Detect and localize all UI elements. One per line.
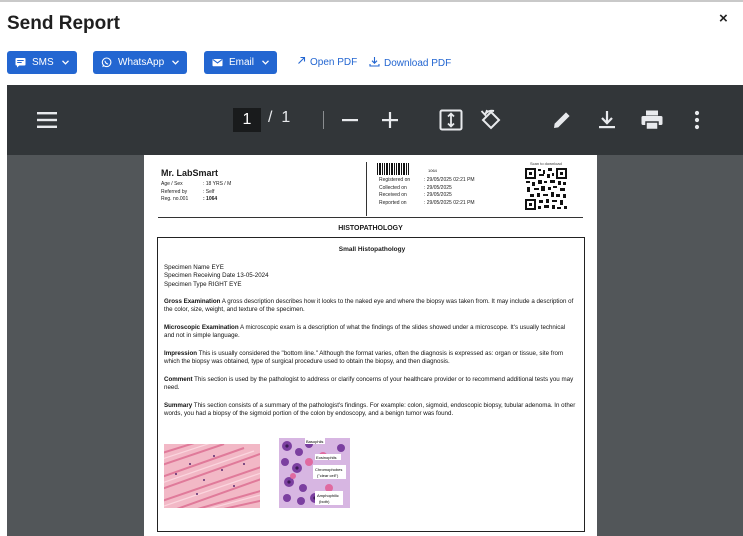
toolbar-divider <box>323 111 324 129</box>
total-pages: 1 <box>281 109 291 126</box>
open-pdf-label: Open PDF <box>310 56 358 68</box>
whatsapp-button[interactable]: WhatsApp <box>93 51 188 74</box>
department-title: HISTOPATHOLOGY <box>338 225 403 232</box>
menu-icon[interactable] <box>35 109 59 131</box>
test-title: Small Histopathology <box>338 246 406 253</box>
age-sex-value: : 18 YRS / M <box>203 181 232 187</box>
collected-value: : 29/05/2025 <box>424 184 452 191</box>
rotate-icon[interactable] <box>479 108 503 132</box>
gross-heading: Gross Examination <box>164 298 221 305</box>
reported-value: : 29/05/2025 02:21 PM <box>424 199 475 206</box>
qr-code-icon <box>524 167 568 211</box>
reg-no-label: Reg. no.001 <box>161 196 189 203</box>
close-icon[interactable]: × <box>719 10 728 27</box>
comment-heading: Comment <box>164 376 193 383</box>
reg-no-value: : 1064 <box>203 196 218 203</box>
message-icon <box>15 57 26 68</box>
download-pdf-label: Download PDF <box>384 57 452 69</box>
reported-label: Reported on <box>379 199 407 206</box>
summary-section: Summary This section consists of a summa… <box>164 402 576 419</box>
pencil-icon[interactable] <box>551 109 573 131</box>
envelope-icon <box>212 57 223 68</box>
page-count: / 1 <box>268 109 290 127</box>
gross-section: Gross Examination A gross description de… <box>164 298 576 315</box>
received-value: : 29/05/2025 <box>424 192 452 199</box>
pdf-page: Mr. LabSmart Age / Sex : 18 YRS / M Refer… <box>144 155 597 536</box>
comment-text: This section is used by the pathologist … <box>164 376 574 392</box>
report-body: Small Histopathology Specimen Name EYE S… <box>157 237 585 532</box>
impression-section: Impression This is usually considered th… <box>164 350 576 367</box>
impression-text: This is usually considered the "bottom l… <box>164 350 564 366</box>
download-icon[interactable] <box>596 109 618 131</box>
gross-text: A gross description describes how it loo… <box>164 298 574 314</box>
page-number-input[interactable]: 1 <box>233 108 261 132</box>
amphophilic-label: Amphophilic <box>317 493 339 498</box>
registered-value: : 29/05/2025 02:21 PM <box>424 177 475 183</box>
pituitary-cells-image: Basophils Eosinophils Chromophobes ("cle… <box>279 438 350 508</box>
age-sex-label: Age / Sex <box>161 181 183 187</box>
summary-text: This section consists of a summary of th… <box>164 402 576 418</box>
received-label: Received on <box>379 192 407 199</box>
barcode-number: 1064 <box>428 168 437 173</box>
email-button[interactable]: Email <box>204 51 278 74</box>
collected-label: Collected on <box>379 184 407 191</box>
whatsapp-label: WhatsApp <box>118 57 165 68</box>
email-label: Email <box>229 57 255 68</box>
pdf-viewer: 1 / 1 Mr. LabSmart Age / Sex: 18 YRS / … <box>7 85 743 536</box>
sms-label: SMS <box>32 57 54 68</box>
sms-button[interactable]: SMS <box>7 51 77 74</box>
external-link-icon <box>297 56 306 68</box>
basophils-label: Basophils <box>306 439 323 444</box>
impression-heading: Impression <box>164 350 198 357</box>
microscopic-section: Microscopic Examination A microscopic ex… <box>164 324 576 341</box>
more-options-icon[interactable] <box>689 109 705 131</box>
zoom-in-icon[interactable] <box>380 110 400 130</box>
referred-by-value: : Self <box>203 188 215 195</box>
registered-label: Registered on <box>379 177 411 183</box>
specimen-details: Specimen Name EYE Specimen Receiving Dat… <box>164 264 576 289</box>
report-dates: Registered on : 29/05/2025 02:21 PM Colle… <box>379 177 475 207</box>
specimen-type: Specimen Type RIGHT EYE <box>164 280 242 288</box>
summary-heading: Summary <box>164 402 193 409</box>
fit-page-icon[interactable] <box>439 109 463 131</box>
chromophobes-label: Chromophobes <box>315 467 342 472</box>
specimen-date: Specimen Receiving Date 13-05-2024 <box>164 272 269 280</box>
clear-cell-label: ("clear cell") <box>317 473 339 478</box>
tissue-micrograph-image <box>164 444 260 508</box>
zoom-out-icon[interactable] <box>340 110 360 130</box>
header-divider <box>366 162 367 216</box>
pdf-toolbar: 1 / 1 <box>7 85 743 155</box>
whatsapp-icon <box>101 57 112 68</box>
barcode-icon <box>377 163 409 175</box>
print-icon[interactable] <box>640 109 664 131</box>
comment-section: Comment This section is used by the path… <box>164 376 576 393</box>
chevron-down-icon <box>61 58 69 67</box>
patient-details: Age / Sex: 18 YRS / M Referred by: Self … <box>161 181 231 204</box>
header-rule <box>158 217 583 218</box>
patient-name: Mr. LabSmart <box>161 168 219 178</box>
chevron-down-icon <box>172 58 180 67</box>
specimen-name: Specimen Name EYE <box>164 264 224 271</box>
download-icon <box>369 56 380 70</box>
microscopic-heading: Microscopic Examination <box>164 324 239 331</box>
download-pdf-link[interactable]: Download PDF <box>369 56 451 70</box>
eosinophils-label: Eosinophils <box>316 455 336 460</box>
referred-by-label: Referred by <box>161 188 188 195</box>
open-pdf-link[interactable]: Open PDF <box>297 56 357 68</box>
qr-caption: Scan to download <box>530 161 562 166</box>
chevron-down-icon <box>262 58 269 67</box>
dialog-title: Send Report <box>7 13 120 34</box>
top-border <box>0 0 743 2</box>
amphophilic-both-label: (both) <box>319 499 330 504</box>
page-separator: / <box>268 109 273 126</box>
